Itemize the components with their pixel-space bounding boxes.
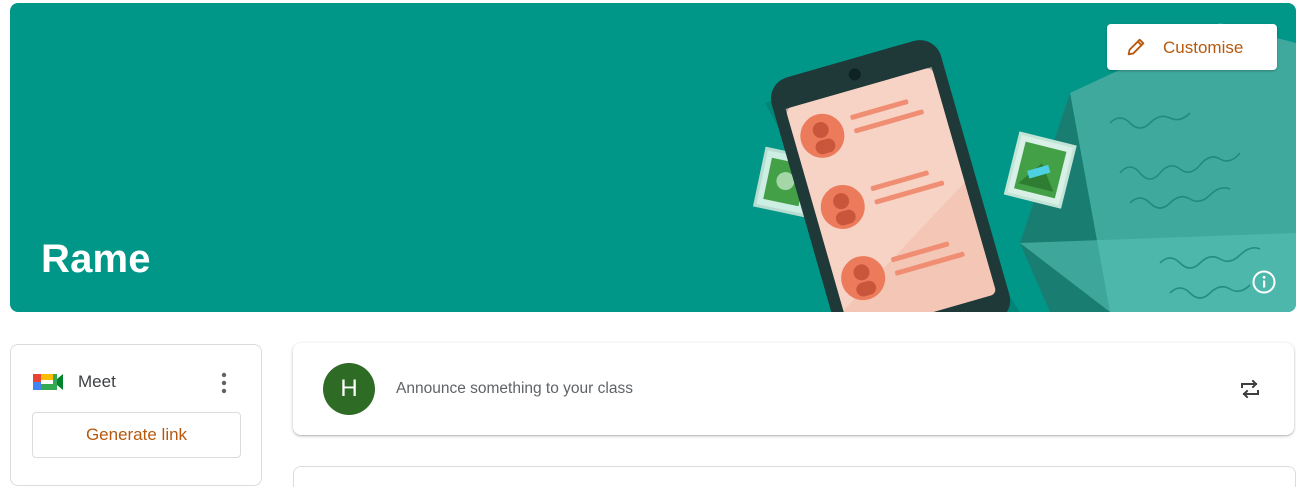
class-title: Rame	[41, 237, 151, 281]
customise-button[interactable]: Customise	[1107, 24, 1277, 70]
more-vert-icon[interactable]	[214, 369, 234, 397]
repost-icon[interactable]	[1237, 376, 1263, 402]
avatar: H	[323, 363, 375, 415]
google-meet-icon	[33, 374, 63, 390]
customise-label: Customise	[1163, 38, 1244, 57]
class-banner: Rame Customise	[10, 3, 1296, 312]
announce-placeholder[interactable]: Announce something to your class	[396, 380, 633, 398]
meet-card: Meet Generate link	[10, 344, 262, 486]
banner-illustration	[752, 23, 1296, 312]
meet-title: Meet	[78, 372, 116, 391]
announce-box[interactable]: H Announce something to your class	[293, 343, 1294, 435]
stream-card-partial	[293, 466, 1296, 487]
info-icon[interactable]	[1251, 269, 1277, 295]
generate-link-button[interactable]: Generate link	[32, 412, 241, 458]
pencil-icon	[1127, 38, 1145, 56]
